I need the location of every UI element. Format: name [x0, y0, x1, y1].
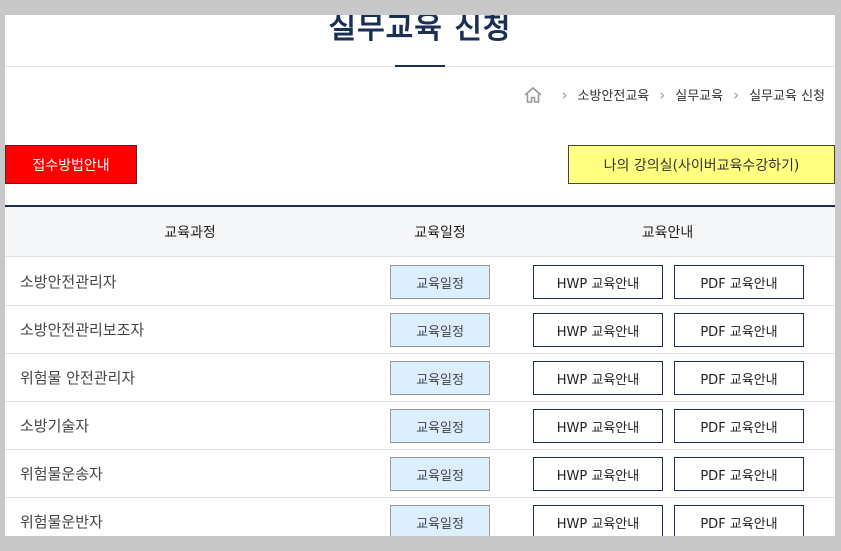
schedule-button[interactable]: 교육일정	[390, 361, 490, 395]
hwp-guide-button[interactable]: HWP 교육안내	[533, 409, 663, 443]
header-guide: 교육안내	[641, 225, 694, 241]
course-name: 소방기술자	[20, 417, 90, 435]
hwp-guide-button[interactable]: HWP 교육안내	[533, 457, 663, 491]
course-name: 소방안전관리자	[20, 273, 117, 291]
table-row: 소방기술자 교육일정 HWP 교육안내 PDF 교육안내	[5, 401, 835, 450]
course-name: 위험물 안전관리자	[20, 369, 136, 387]
schedule-button[interactable]: 교육일정	[390, 265, 490, 299]
breadcrumb-item-fire-safety[interactable]: 소방안전교육	[577, 85, 649, 104]
pdf-guide-button[interactable]: PDF 교육안내	[674, 361, 804, 395]
course-name: 소방안전관리보조자	[20, 321, 145, 339]
header-schedule: 교육일정	[414, 225, 466, 241]
content-page: 실무교육 신청 › 소방안전교육 › 실무교육 › 실무교육 신청 접수방법안내…	[5, 15, 835, 536]
page-title: 실무교육 신청	[328, 15, 512, 46]
table-row: 위험물운송자 교육일정 HWP 교육안내 PDF 교육안내	[5, 449, 835, 498]
pdf-guide-button[interactable]: PDF 교육안내	[674, 265, 804, 299]
breadcrumb-item-practical[interactable]: 실무교육	[675, 85, 723, 104]
schedule-button[interactable]: 교육일정	[390, 313, 490, 347]
chevron-right-icon: ›	[659, 85, 666, 104]
hwp-guide-button[interactable]: HWP 교육안내	[533, 505, 663, 536]
registration-guide-button[interactable]: 접수방법안내	[5, 145, 137, 184]
hwp-guide-button[interactable]: HWP 교육안내	[533, 265, 663, 299]
table-row: 소방안전관리보조자 교육일정 HWP 교육안내 PDF 교육안내	[5, 305, 835, 354]
table-row: 위험물운반자 교육일정 HWP 교육안내 PDF 교육안내	[5, 497, 835, 536]
chevron-right-icon: ›	[733, 85, 740, 104]
pdf-guide-button[interactable]: PDF 교육안내	[674, 457, 804, 491]
pdf-guide-button[interactable]: PDF 교육안내	[674, 313, 804, 347]
my-classroom-button[interactable]: 나의 강의실(사이버교육수강하기)	[568, 145, 835, 184]
table-header: 교육과정 교육일정 교육안내	[5, 207, 835, 257]
pdf-guide-button[interactable]: PDF 교육안내	[674, 505, 804, 536]
course-name: 위험물운반자	[20, 513, 103, 531]
schedule-button[interactable]: 교육일정	[390, 505, 490, 536]
breadcrumb: › 소방안전교육 › 실무교육 › 실무교육 신청	[523, 85, 825, 104]
header-course: 교육과정	[164, 225, 216, 241]
breadcrumb-item-current[interactable]: 실무교육 신청	[749, 85, 825, 104]
title-underline	[395, 65, 445, 67]
schedule-button[interactable]: 교육일정	[390, 457, 490, 491]
table-row: 소방안전관리자 교육일정 HWP 교육안내 PDF 교육안내	[5, 257, 835, 306]
home-icon[interactable]	[523, 86, 543, 104]
course-name: 위험물운송자	[20, 465, 103, 483]
table-row: 위험물 안전관리자 교육일정 HWP 교육안내 PDF 교육안내	[5, 353, 835, 402]
hwp-guide-button[interactable]: HWP 교육안내	[533, 361, 663, 395]
hwp-guide-button[interactable]: HWP 교육안내	[533, 313, 663, 347]
chevron-right-icon: ›	[561, 85, 568, 104]
schedule-button[interactable]: 교육일정	[390, 409, 490, 443]
pdf-guide-button[interactable]: PDF 교육안내	[674, 409, 804, 443]
